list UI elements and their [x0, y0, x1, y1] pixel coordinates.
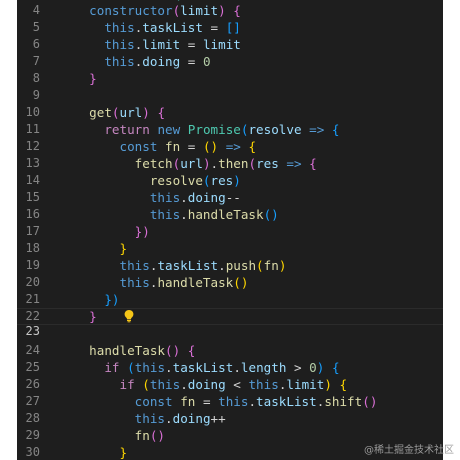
- code-line[interactable]: 18 }): [17, 223, 443, 255]
- line-content: fn(): [134, 428, 166, 443]
- code-line[interactable]: 6 this.taskList = []: [17, 19, 443, 51]
- code-line[interactable]: 16 this.doing--: [17, 189, 443, 221]
- code-line[interactable]: 24: [17, 325, 443, 357]
- line-content: fetch(url).then(res => {: [134, 156, 317, 171]
- code-line[interactable]: 9 }: [17, 70, 443, 102]
- code-line[interactable]: 14 fetch(url).then(res => {: [17, 155, 443, 187]
- code-line[interactable]: 15 resolve(res): [17, 172, 443, 204]
- line-content: handleTask() {: [89, 343, 196, 358]
- line-content: const fn = this.taskList.shift(): [134, 394, 378, 409]
- code-line[interactable]: 12 return new Promise(resolve => {: [17, 121, 443, 153]
- line-content: if (this.taskList.length > 0) {: [104, 360, 340, 375]
- watermark: @稀土掘金技术社区: [364, 445, 454, 456]
- code-line[interactable]: 25 handleTask() {: [17, 342, 443, 374]
- line-content: }: [119, 445, 128, 460]
- code-line[interactable]: 17 this.handleTask(): [17, 206, 443, 238]
- code-line[interactable]: 22 }): [17, 291, 443, 323]
- line-content: this.doing = 0: [104, 54, 211, 69]
- line-content: }): [104, 292, 120, 307]
- code-line[interactable]: 27 if (this.doing < this.limit) {: [17, 376, 443, 408]
- line-content: get(url) {: [89, 105, 166, 120]
- line-content: this.taskList = []: [104, 20, 241, 35]
- line-content: if (this.doing < this.limit) {: [119, 377, 348, 392]
- code-line[interactable]: 19 }: [17, 240, 443, 272]
- code-line[interactable]: 28 const fn = this.taskList.shift(): [17, 393, 443, 425]
- line-content: this.handleTask(): [149, 207, 279, 222]
- code-line[interactable]: 5 constructor(limit) {: [17, 2, 443, 34]
- code-line[interactable]: 7 this.limit = limit: [17, 36, 443, 68]
- code-line[interactable]: 29 this.doing++: [17, 410, 443, 442]
- code-line[interactable]: 13 const fn = () => {: [17, 138, 443, 170]
- line-content: this.limit = limit: [104, 37, 241, 52]
- line-content: }: [89, 71, 97, 86]
- line-content: resolve(res): [149, 173, 241, 188]
- code-line[interactable]: 20 this.taskList.push(fn): [17, 257, 443, 289]
- code-lines: 4 class LimitRequest { 5 constructor(lim…: [17, 0, 443, 460]
- code-line[interactable]: 11 get(url) {: [17, 104, 443, 136]
- line-content: this.doing--: [149, 190, 241, 205]
- code-line-current[interactable]: 23 }: [17, 308, 443, 338]
- code-line[interactable]: 8 this.doing = 0: [17, 53, 443, 85]
- code-editor[interactable]: 4 class LimitRequest { 5 constructor(lim…: [17, 0, 443, 460]
- line-content: this.doing++: [134, 411, 226, 426]
- code-line[interactable]: 21 this.handleTask(): [17, 274, 443, 306]
- line-content: this.taskList.push(fn): [119, 258, 287, 273]
- line-content: const fn = () => {: [119, 139, 257, 154]
- line-content: return new Promise(resolve => {: [104, 122, 340, 137]
- line-content: }: [89, 309, 97, 324]
- lightbulb-icon[interactable]: [61, 292, 134, 323]
- line-content: }: [119, 241, 128, 256]
- line-content: }): [134, 224, 150, 239]
- line-content: constructor(limit) {: [89, 3, 241, 18]
- code-line[interactable]: 26 if (this.taskList.length > 0) {: [17, 359, 443, 391]
- code-line[interactable]: 10: [17, 87, 443, 119]
- line-content: this.handleTask(): [119, 275, 249, 290]
